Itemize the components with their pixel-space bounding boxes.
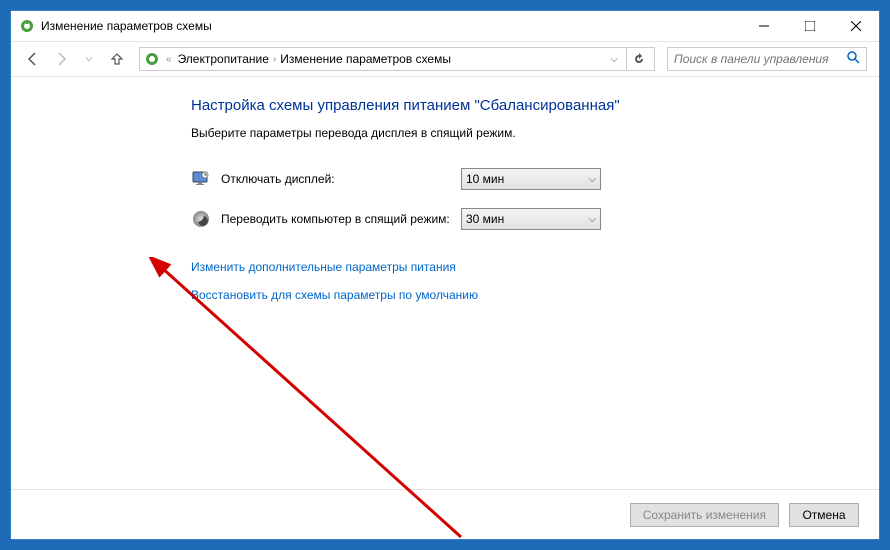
refresh-button[interactable] [626,48,650,70]
links-section: Изменить дополнительные параметры питани… [191,260,879,302]
titlebar: Изменение параметров схемы [11,11,879,41]
nav-recent-dropdown[interactable] [79,49,99,69]
navigation-bar: « Электропитание › Изменение параметров … [11,41,879,77]
cancel-button[interactable]: Отмена [789,503,859,527]
sleep-icon [191,209,211,229]
page-heading: Настройка схемы управления питанием "Сба… [191,97,879,114]
display-off-setting: Отключать дисплей: 10 мин ⌵ [191,168,879,190]
restore-defaults-link[interactable]: Восстановить для схемы параметры по умол… [191,288,879,302]
window-title: Изменение параметров схемы [41,19,741,33]
breadcrumb-power-options[interactable]: Электропитание [178,52,269,66]
sleep-select[interactable]: 30 мин ⌵ [461,208,601,230]
sleep-value: 30 мин [466,212,504,226]
display-off-value: 10 мин [466,172,504,186]
footer-bar: Сохранить изменения Отмена [11,489,879,539]
window-controls [741,11,879,41]
chevron-down-icon: ⌵ [588,174,596,185]
nav-up-button[interactable] [107,49,127,69]
breadcrumb: Электропитание › Изменение параметров сх… [178,52,601,66]
page-description: Выберите параметры перевода дисплея в сп… [191,126,879,140]
display-off-select[interactable]: 10 мин ⌵ [461,168,601,190]
save-button: Сохранить изменения [630,503,779,527]
chevron-down-icon: ⌵ [588,214,596,225]
nav-forward-button[interactable] [51,49,71,69]
search-input[interactable] [674,52,840,66]
sleep-setting: Переводить компьютер в спящий режим: 30 … [191,208,879,230]
minimize-button[interactable] [741,11,787,41]
content-area: Настройка схемы управления питанием "Сба… [11,77,879,489]
close-button[interactable] [833,11,879,41]
power-plan-icon [144,51,160,67]
chevron-right-icon: › [273,54,276,65]
nav-back-button[interactable] [23,49,43,69]
sleep-label: Переводить компьютер в спящий режим: [221,212,451,226]
monitor-icon [191,169,211,189]
breadcrumb-separator: « [166,54,172,65]
breadcrumb-edit-plan[interactable]: Изменение параметров схемы [280,52,451,66]
search-icon [846,50,860,69]
power-plan-icon [19,18,35,34]
control-panel-window: Изменение параметров схемы [10,10,880,540]
search-box[interactable] [667,47,867,71]
maximize-button[interactable] [787,11,833,41]
advanced-settings-link[interactable]: Изменить дополнительные параметры питани… [191,260,879,274]
address-dropdown-icon[interactable]: ⌵ [606,54,622,65]
display-off-label: Отключать дисплей: [221,172,451,186]
address-bar[interactable]: « Электропитание › Изменение параметров … [139,47,655,71]
